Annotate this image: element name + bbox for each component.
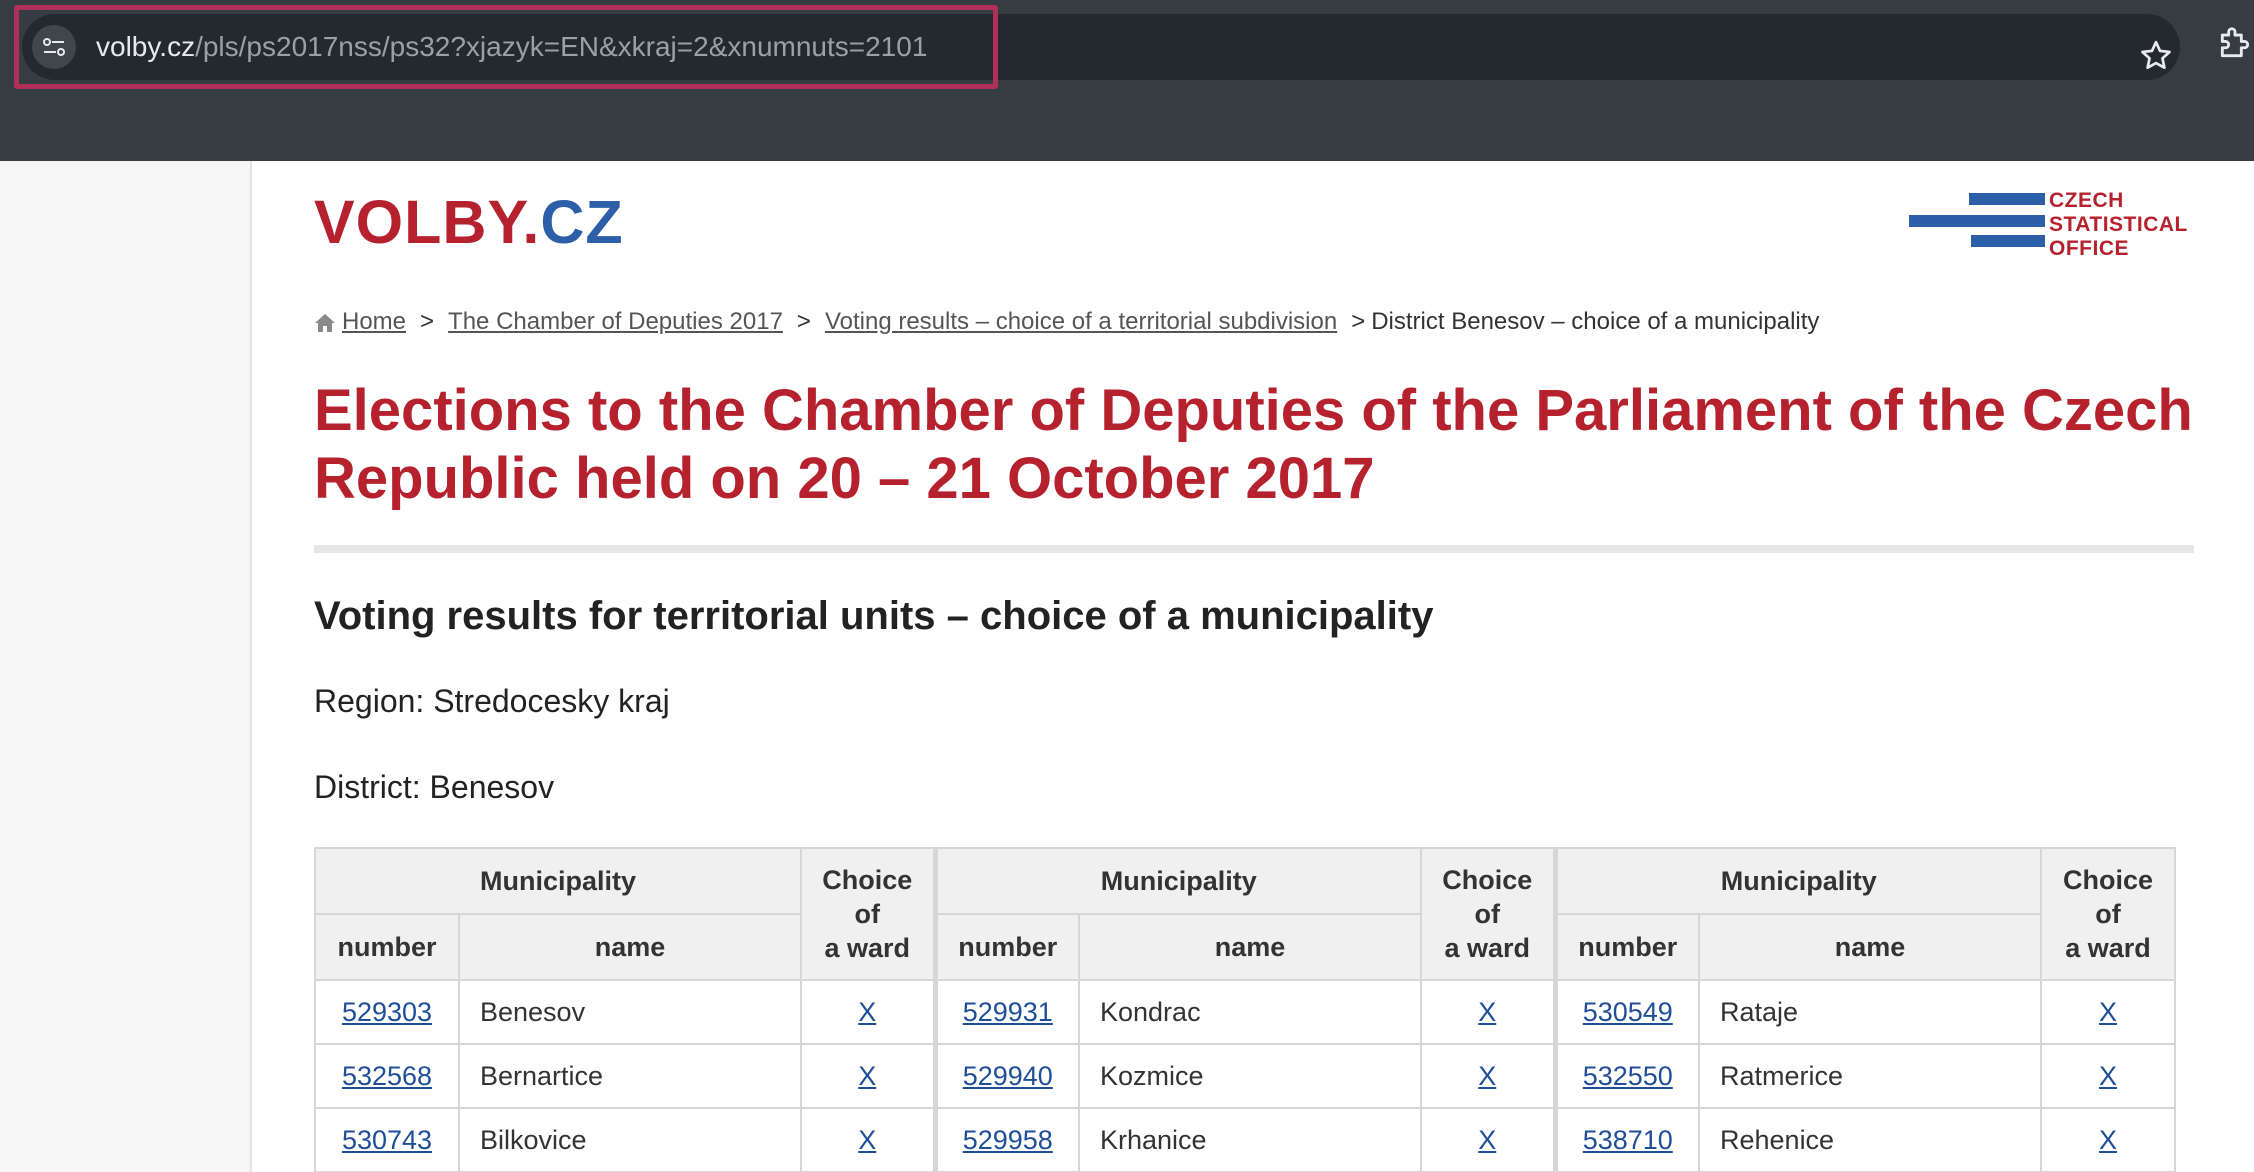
breadcrumb-separator: > (1351, 308, 1366, 335)
municipality-number-link[interactable]: 530549 (1583, 997, 1673, 1027)
name-column-header: name (1078, 913, 1422, 981)
municipality-number-link[interactable]: 529940 (963, 1061, 1053, 1091)
choose-ward-link[interactable]: X (858, 1125, 876, 1155)
page-title: Elections to the Chamber of Deputies of … (314, 378, 2193, 511)
municipality-header: Municipality (314, 847, 802, 915)
municipality-name: Bernartice (458, 1043, 802, 1109)
municipality-header: Municipality (1552, 847, 2042, 915)
municipality-number-link[interactable]: 530743 (342, 1125, 432, 1155)
district-label: District: Benesov (314, 769, 555, 805)
municipality-number-link[interactable]: 529931 (963, 997, 1053, 1027)
choose-ward-link[interactable]: X (2099, 1061, 2117, 1091)
municipality-name: Ratmerice (1698, 1043, 2042, 1109)
url-highlight-box (14, 5, 998, 89)
czso-logo-text: CZECH STATISTICAL OFFICE (2049, 189, 2188, 260)
breadcrumb-current: District Benesov – choice of a municipal… (1371, 308, 1820, 335)
name-column-header: name (1698, 913, 2042, 981)
municipality-name: Rehenice (1698, 1107, 2042, 1172)
breadcrumb: Home > The Chamber of Deputies 2017 > Vo… (314, 305, 1819, 339)
municipality-name: Bilkovice (458, 1107, 802, 1172)
municipality-name: Krhanice (1078, 1107, 1422, 1172)
name-column-header: name (458, 913, 802, 981)
home-icon (315, 314, 335, 332)
municipality-name: Rataje (1698, 979, 2042, 1045)
municipality-header: Municipality (932, 847, 1422, 915)
municipality-number-link[interactable]: 538710 (1583, 1125, 1673, 1155)
title-divider (314, 545, 2194, 553)
number-column-header: number (932, 913, 1080, 981)
choose-ward-link[interactable]: X (858, 1061, 876, 1091)
municipality-table: Municipality Choice of a ward Municipality… (314, 847, 2176, 1172)
municipality-name: Kozmice (1078, 1043, 1422, 1109)
table-row: 530743 Bilkovice X 529958 Krhanice X 538… (314, 1107, 2176, 1172)
choice-of-ward-header: Choice of a ward (1420, 847, 1556, 981)
extensions-icon[interactable] (2216, 24, 2254, 62)
municipality-number-link[interactable]: 529958 (963, 1125, 1053, 1155)
municipality-name: Benesov (458, 979, 802, 1045)
number-column-header: number (314, 913, 460, 981)
breadcrumb-separator: > (420, 308, 435, 335)
choose-ward-link[interactable]: X (858, 997, 876, 1027)
page-content: VOLBY.CZ CZECH STATISTICAL OFFICE Home >… (250, 161, 2254, 1172)
municipality-name: Kondrac (1078, 979, 1422, 1045)
breadcrumb-home-link[interactable]: Home (342, 305, 406, 339)
table-row: 529303 Benesov X 529931 Kondrac X 530549… (314, 979, 2176, 1045)
choose-ward-link[interactable]: X (2099, 1125, 2117, 1155)
municipality-number-link[interactable]: 532568 (342, 1061, 432, 1091)
bookmark-star-icon[interactable] (2138, 38, 2174, 74)
number-column-header: number (1552, 913, 1700, 981)
breadcrumb-chamber-link[interactable]: The Chamber of Deputies 2017 (448, 305, 783, 339)
choose-ward-link[interactable]: X (1478, 1061, 1496, 1091)
volby-logo[interactable]: VOLBY.CZ (314, 177, 624, 267)
municipality-number-link[interactable]: 529303 (342, 997, 432, 1027)
choice-of-ward-header: Choice of a ward (2040, 847, 2176, 981)
region-label: Region: Stredocesky kraj (314, 683, 670, 719)
choose-ward-link[interactable]: X (1478, 1125, 1496, 1155)
czso-logo[interactable]: CZECH STATISTICAL OFFICE (1909, 175, 2209, 260)
breadcrumb-territorial-link[interactable]: Voting results – choice of a territorial… (825, 305, 1337, 339)
page-subtitle: Voting results for territorial units – c… (314, 594, 1434, 638)
browser-toolbar: volby.cz/pls/ps2017nss/ps32?xjazyk=EN&xk… (0, 0, 2254, 161)
table-row: 532568 Bernartice X 529940 Kozmice X 532… (314, 1043, 2176, 1109)
municipality-number-link[interactable]: 532550 (1583, 1061, 1673, 1091)
choice-of-ward-header: Choice of a ward (800, 847, 936, 981)
czso-stripes-icon (1909, 193, 2045, 247)
choose-ward-link[interactable]: X (1478, 997, 1496, 1027)
choose-ward-link[interactable]: X (2099, 997, 2117, 1027)
breadcrumb-separator: > (796, 308, 811, 335)
